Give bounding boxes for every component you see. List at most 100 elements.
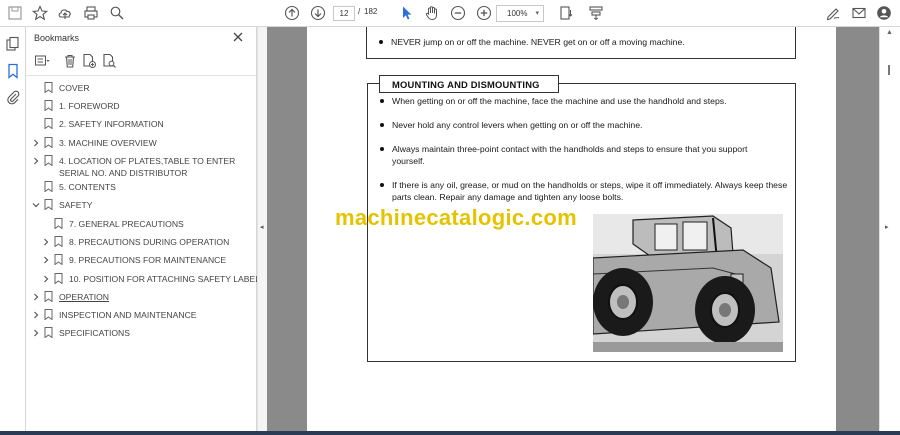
page-total: 182	[364, 7, 378, 16]
bookmark-item[interactable]: INSPECTION AND MAINTENANCE	[32, 309, 247, 323]
chevron-right-icon[interactable]	[32, 311, 40, 319]
warning-text: NEVER jump on or off the machine. NEVER …	[391, 37, 685, 47]
bookmark-icon	[44, 327, 53, 338]
bookmarks-panel: Bookmarks COVER 1. FOREWORD 2. SAFETY INFO…	[26, 27, 266, 435]
scroll-up-icon[interactable]: ▲	[886, 29, 893, 36]
bullet	[380, 99, 384, 103]
account-icon[interactable]	[875, 4, 893, 22]
chevron-right-icon[interactable]	[32, 139, 40, 147]
bookmark-item[interactable]: 7. GENERAL PRECAUTIONS	[42, 218, 247, 232]
machine-illustration	[593, 214, 783, 352]
warning-text: Always maintain three-point contact with…	[392, 144, 748, 166]
bookmark-icon	[44, 291, 53, 302]
viewer-margin	[836, 27, 879, 435]
bookmark-label: 4. LOCATION OF PLATES,TABLE TO ENTER SER…	[59, 156, 236, 178]
email-icon[interactable]	[850, 4, 868, 22]
options-menu-icon[interactable]	[34, 53, 50, 69]
bookmark-label: 7. GENERAL PRECAUTIONS	[69, 219, 184, 229]
bullet	[380, 147, 384, 151]
bookmark-icon	[44, 155, 53, 166]
bookmark-label: 2. SAFETY INFORMATION	[59, 119, 164, 129]
find-bookmark-icon[interactable]	[101, 53, 117, 69]
bookmark-icon	[54, 273, 63, 284]
bookmark-label: OPERATION	[59, 292, 109, 302]
delete-icon[interactable]	[62, 53, 78, 69]
next-page-icon[interactable]	[309, 4, 327, 22]
bookmark-icon	[44, 199, 53, 210]
bookmark-item[interactable]: 2. SAFETY INFORMATION	[32, 118, 247, 132]
print-icon[interactable]	[82, 4, 100, 22]
bookmark-label: 8. PRECAUTIONS DURING OPERATION	[69, 237, 230, 247]
bookmark-item[interactable]: 3. MACHINE OVERVIEW	[32, 137, 247, 151]
bullet	[380, 123, 384, 127]
panel-splitter[interactable]: ◂	[257, 27, 267, 435]
bookmark-item[interactable]: 5. CONTENTS	[32, 181, 247, 195]
star-icon[interactable]	[31, 4, 49, 22]
bullet	[380, 183, 384, 187]
chevron-right-icon[interactable]	[42, 238, 50, 246]
zoom-out-icon[interactable]	[449, 4, 467, 22]
warning-text: Never hold any control levers when getti…	[392, 120, 643, 130]
page-thumbnails-icon[interactable]	[5, 36, 21, 52]
bookmark-item[interactable]: 9. PRECAUTIONS FOR MAINTENANCE	[42, 254, 247, 268]
page-number-input[interactable]: 12	[333, 6, 355, 21]
bookmark-item[interactable]: SAFETY	[32, 199, 247, 213]
top-toolbar: 12 / 182 100% ▾	[0, 0, 900, 27]
bookmark-label: INSPECTION AND MAINTENANCE	[59, 310, 197, 320]
bookmark-icon	[44, 100, 53, 111]
bookmark-item[interactable]: OPERATION	[32, 291, 247, 305]
warning-text: If there is any oil, grease, or mud on t…	[392, 180, 788, 202]
scrollbar-thumb[interactable]	[888, 65, 890, 75]
vertical-scrollbar[interactable]: ▲ ▸	[879, 27, 900, 435]
collapse-panel-icon[interactable]: ◂	[260, 223, 264, 231]
scroll-mode-icon[interactable]	[587, 4, 605, 22]
bookmark-label: COVER	[59, 83, 90, 93]
bookmark-item[interactable]: SPECIFICATIONS	[32, 327, 247, 341]
expand-right-panel-icon[interactable]: ▸	[885, 223, 889, 231]
new-bookmark-icon[interactable]	[81, 53, 97, 69]
bookmark-icon	[54, 218, 63, 229]
bookmark-item[interactable]: 10. POSITION FOR ATTACHING SAFETY LABELS	[42, 273, 266, 287]
taskbar-strip	[0, 431, 900, 435]
bookmark-icon	[44, 118, 53, 129]
chevron-right-icon[interactable]	[32, 293, 40, 301]
bookmark-icon	[44, 82, 53, 93]
bookmark-label: 5. CONTENTS	[59, 182, 116, 192]
bookmark-label: 10. POSITION FOR ATTACHING SAFETY LABELS	[69, 274, 266, 284]
previous-page-icon[interactable]	[283, 4, 301, 22]
bookmark-item[interactable]: COVER	[32, 82, 247, 96]
bookmark-icon	[44, 309, 53, 320]
chevron-right-icon[interactable]	[32, 157, 40, 165]
bookmark-icon	[54, 254, 63, 265]
left-navigation-bar	[0, 27, 26, 435]
panel-title: Bookmarks	[34, 33, 80, 43]
zoom-level-value: 100%	[507, 9, 528, 18]
select-cursor-icon[interactable]	[398, 4, 416, 22]
bookmark-item[interactable]: 4. LOCATION OF PLATES,TABLE TO ENTER SER…	[32, 155, 247, 181]
hand-tool-icon[interactable]	[423, 4, 441, 22]
close-icon[interactable]	[232, 31, 244, 43]
search-icon[interactable]	[108, 4, 126, 22]
bookmark-label: 1. FOREWORD	[59, 101, 120, 111]
chevron-right-icon[interactable]	[42, 275, 50, 283]
fit-page-icon[interactable]	[557, 4, 575, 22]
page-separator: /	[358, 7, 361, 16]
fill-sign-icon[interactable]	[824, 4, 842, 22]
cloud-upload-icon[interactable]	[56, 4, 74, 22]
section-title: MOUNTING AND DISMOUNTING	[379, 75, 559, 93]
chevron-right-icon[interactable]	[32, 329, 40, 337]
zoom-in-icon[interactable]	[475, 4, 493, 22]
warning-text: When getting on or off the machine, face…	[392, 96, 727, 106]
chevron-down-icon[interactable]	[32, 201, 40, 209]
bookmark-label: SAFETY	[59, 200, 93, 210]
zoom-level-select[interactable]: 100% ▾	[496, 5, 544, 22]
watermark: machinecatalogic.com	[335, 205, 577, 230]
bullet	[379, 40, 383, 44]
attachments-icon[interactable]	[5, 89, 21, 105]
bookmark-item[interactable]: 8. PRECAUTIONS DURING OPERATION	[42, 236, 247, 250]
chevron-down-icon: ▾	[535, 10, 539, 17]
bookmark-item[interactable]: 1. FOREWORD	[32, 100, 247, 114]
chevron-right-icon[interactable]	[42, 256, 50, 264]
save-icon[interactable]	[6, 4, 24, 22]
bookmarks-icon[interactable]	[5, 63, 21, 79]
